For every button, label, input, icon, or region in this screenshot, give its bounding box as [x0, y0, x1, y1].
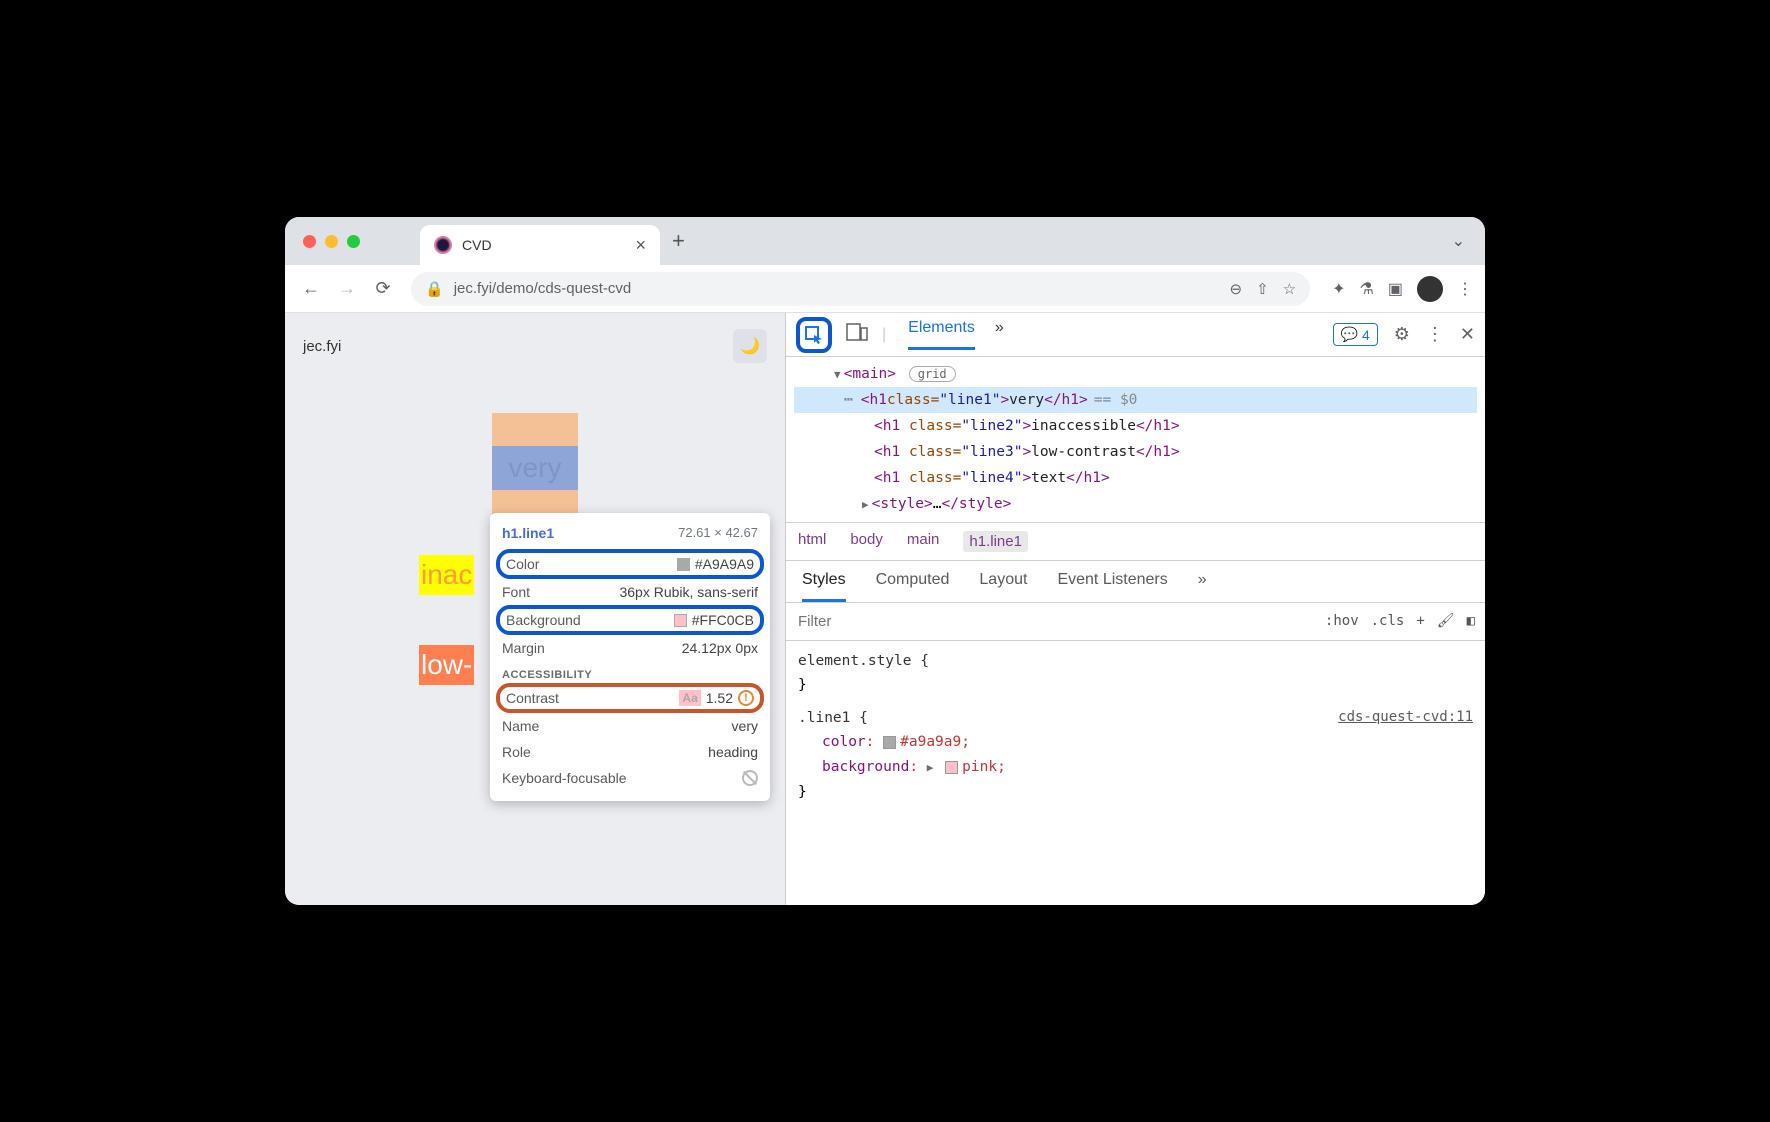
- menu-icon[interactable]: ⋮: [1457, 279, 1473, 299]
- css-color-swatch-icon[interactable]: [883, 736, 896, 749]
- rendered-page: jec.fyi 🌙 very inac low- h1.line1 72.61 …: [285, 313, 785, 905]
- hov-button[interactable]: :hov: [1325, 613, 1359, 629]
- source-link[interactable]: cds-quest-cvd:11: [1338, 706, 1473, 730]
- extensions-icon[interactable]: ✦: [1332, 279, 1345, 299]
- devtools-tabs: Elements »: [908, 319, 1004, 350]
- tab-event-listeners[interactable]: Event Listeners: [1057, 571, 1167, 602]
- cls-button[interactable]: .cls: [1371, 613, 1405, 629]
- tooltip-role-row: Role heading: [490, 739, 770, 765]
- styles-filter-input[interactable]: [786, 605, 1315, 638]
- tab-layout[interactable]: Layout: [979, 571, 1027, 602]
- page-header: jec.fyi 🌙: [303, 329, 767, 363]
- panel-icon[interactable]: ▣: [1388, 279, 1403, 299]
- grid-badge[interactable]: grid: [909, 366, 956, 382]
- tab-more-icon[interactable]: »: [995, 319, 1004, 350]
- title-bar: CVD × + ⌄: [285, 217, 1485, 265]
- expand-icon[interactable]: ▶: [862, 495, 869, 515]
- dom-breadcrumbs: html body main h1.line1: [786, 522, 1485, 561]
- close-window-icon[interactable]: [303, 235, 316, 248]
- close-tab-icon[interactable]: ×: [635, 235, 646, 256]
- tooltip-bg-row: Background #FFC0CB: [496, 605, 764, 635]
- tooltip-contrast-row: Contrast Aa1.52!: [496, 683, 764, 713]
- site-name: jec.fyi: [303, 338, 341, 355]
- kebab-menu-icon[interactable]: ⋮: [1426, 324, 1444, 345]
- not-focusable-icon: [742, 770, 758, 786]
- styles-filter-row: :hov .cls + 🖌 ◧: [786, 603, 1485, 641]
- dark-mode-toggle[interactable]: 🌙: [733, 329, 767, 363]
- labs-icon[interactable]: ⚗: [1360, 279, 1374, 299]
- tooltip-dimensions: 72.61 × 42.67: [678, 525, 758, 541]
- expand-shorthand-icon[interactable]: ▶: [927, 759, 934, 778]
- line3-element[interactable]: low-: [419, 645, 474, 685]
- new-tab-button[interactable]: +: [672, 228, 685, 254]
- crumb-html[interactable]: html: [798, 531, 826, 552]
- tabs-menu-icon[interactable]: ⌄: [1452, 231, 1465, 251]
- toolbar-icons: ✦ ⚗ ▣ ⋮: [1332, 276, 1473, 302]
- moon-icon: 🌙: [740, 336, 760, 356]
- tooltip-font-row: Font 36px Rubik, sans-serif: [490, 579, 770, 605]
- address-actions: ⊖ ⇧ ☆: [1230, 280, 1297, 298]
- line2-element[interactable]: inac: [419, 555, 474, 595]
- browser-window: CVD × + ⌄ ← → ⟳ 🔒 jec.fyi/demo/cds-quest…: [285, 217, 1485, 905]
- inspect-element-button[interactable]: [796, 317, 832, 353]
- back-button[interactable]: ←: [297, 275, 325, 303]
- warning-icon: !: [738, 690, 754, 706]
- styles-tabs: Styles Computed Layout Event Listeners »: [786, 561, 1485, 603]
- tooltip-color-row: Color #A9A9A9: [496, 549, 764, 579]
- tooltip-name-row: Name very: [490, 713, 770, 739]
- share-icon[interactable]: ⇧: [1256, 280, 1269, 298]
- panel-toggle-icon[interactable]: ◧: [1467, 613, 1475, 629]
- bookmark-icon[interactable]: ☆: [1283, 280, 1296, 298]
- tab-elements[interactable]: Elements: [908, 319, 975, 350]
- traffic-lights: [303, 235, 360, 248]
- minimize-window-icon[interactable]: [325, 235, 338, 248]
- devtools-panel: | Elements » 💬4 ⚙ ⋮ ✕ ▼<main> grid <h1 c…: [785, 313, 1485, 905]
- paint-icon[interactable]: 🖌: [1437, 613, 1455, 629]
- favicon-icon: [434, 236, 452, 254]
- close-devtools-icon[interactable]: ✕: [1460, 324, 1475, 345]
- collapse-icon[interactable]: ▼: [834, 365, 841, 385]
- profile-icon[interactable]: [1417, 276, 1443, 302]
- styles-body[interactable]: element.style { } .line1 {cds-quest-cvd:…: [786, 641, 1485, 813]
- browser-toolbar: ← → ⟳ 🔒 jec.fyi/demo/cds-quest-cvd ⊖ ⇧ ☆…: [285, 265, 1485, 313]
- messages-badge[interactable]: 💬4: [1333, 323, 1378, 346]
- tab-computed[interactable]: Computed: [876, 571, 950, 602]
- a11y-section-label: ACCESSIBILITY: [490, 661, 770, 683]
- devtools-toolbar: | Elements » 💬4 ⚙ ⋮ ✕: [786, 313, 1485, 357]
- content-area: jec.fyi 🌙 very inac low- h1.line1 72.61 …: [285, 313, 1485, 905]
- dom-tree[interactable]: ▼<main> grid <h1 class="line1">very</h1>…: [786, 357, 1485, 522]
- zoom-out-icon[interactable]: ⊖: [1230, 280, 1243, 298]
- settings-icon[interactable]: ⚙: [1394, 324, 1410, 345]
- url-text: jec.fyi/demo/cds-quest-cvd: [454, 280, 632, 297]
- contrast-sample-icon: Aa: [679, 690, 700, 706]
- css-bg-swatch-icon[interactable]: [945, 761, 958, 774]
- element-tooltip: h1.line1 72.61 × 42.67 Color #A9A9A9 Fon…: [490, 513, 770, 801]
- tab-title: CVD: [462, 237, 625, 253]
- dom-selected-line[interactable]: <h1 class="line1">very</h1> == $0: [794, 387, 1477, 413]
- color-swatch-icon: [677, 558, 690, 571]
- lock-icon: 🔒: [425, 280, 444, 298]
- new-rule-button[interactable]: +: [1416, 613, 1424, 629]
- message-icon: 💬: [1341, 326, 1358, 343]
- tooltip-margin-row: Margin 24.12px 0px: [490, 635, 770, 661]
- tooltip-kbd-row: Keyboard-focusable: [490, 765, 770, 791]
- tooltip-selector: h1.line1: [502, 525, 554, 541]
- crumb-h1[interactable]: h1.line1: [963, 531, 1028, 552]
- bg-swatch-icon: [674, 614, 687, 627]
- tab-styles-more-icon[interactable]: »: [1198, 571, 1207, 602]
- reload-button[interactable]: ⟳: [369, 275, 397, 303]
- crumb-main[interactable]: main: [907, 531, 940, 552]
- crumb-body[interactable]: body: [850, 531, 883, 552]
- inspect-icon: [804, 325, 824, 345]
- device-toggle-button[interactable]: [846, 323, 868, 346]
- browser-tab[interactable]: CVD ×: [420, 225, 660, 265]
- tab-styles[interactable]: Styles: [802, 571, 846, 602]
- address-bar[interactable]: 🔒 jec.fyi/demo/cds-quest-cvd ⊖ ⇧ ☆: [411, 272, 1310, 306]
- maximize-window-icon[interactable]: [347, 235, 360, 248]
- forward-button[interactable]: →: [333, 275, 361, 303]
